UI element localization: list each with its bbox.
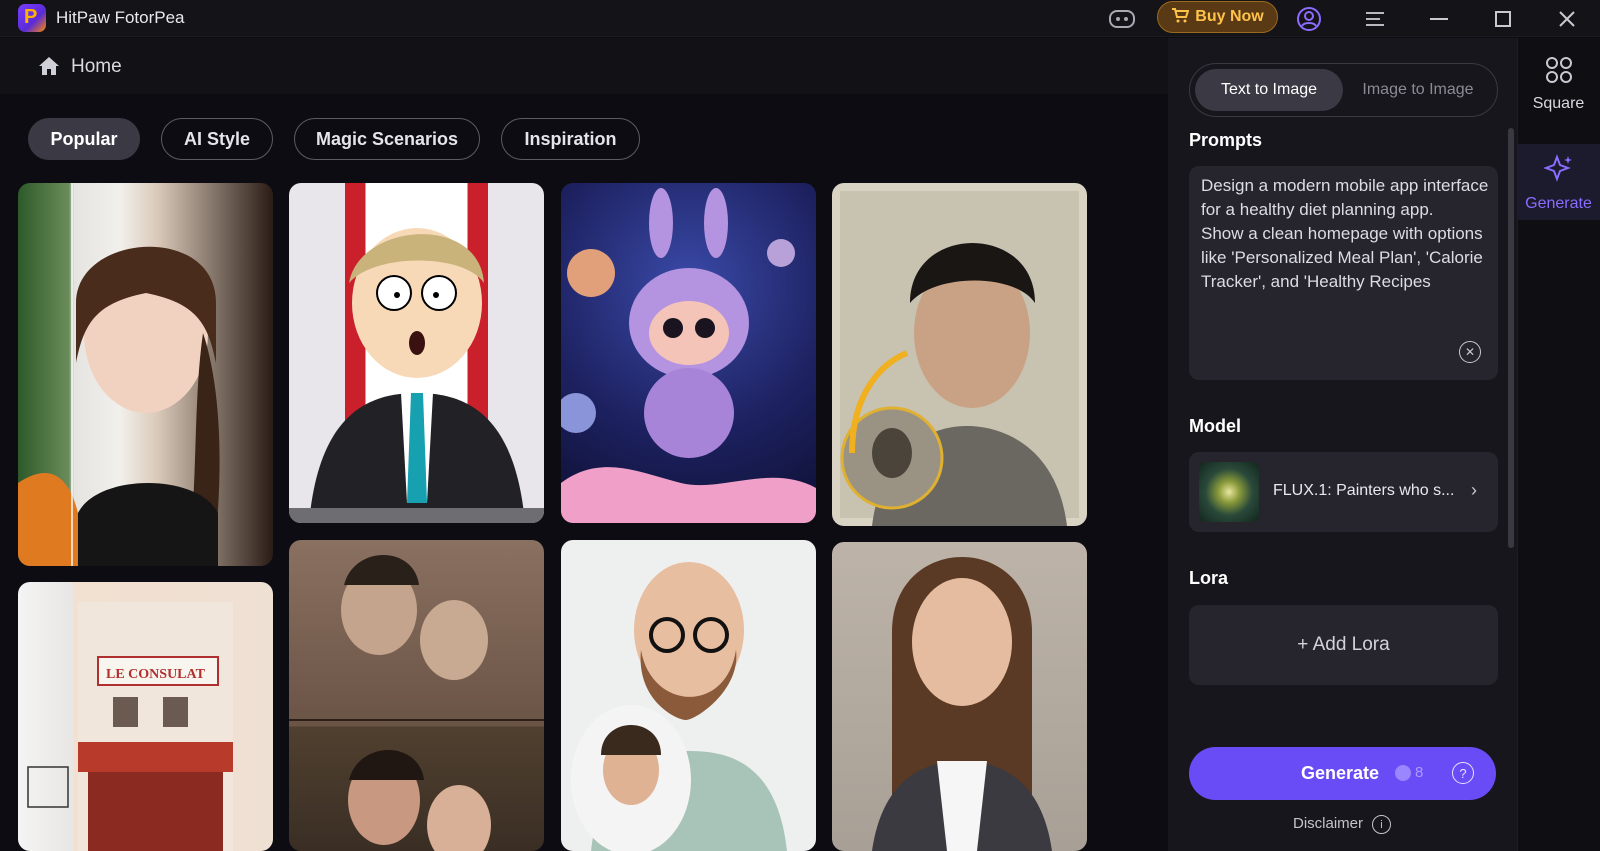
maximize-icon[interactable] xyxy=(1488,4,1518,34)
buy-now-button[interactable]: Buy Now xyxy=(1157,1,1278,33)
gallery-card-restored-man[interactable] xyxy=(832,183,1087,526)
rail-label-generate: Generate xyxy=(1525,195,1592,212)
app-title: HitPaw FotorPea xyxy=(56,8,185,27)
menu-icon[interactable] xyxy=(1360,4,1390,34)
svg-text:LE CONSULAT: LE CONSULAT xyxy=(106,667,206,682)
home-link[interactable]: Home xyxy=(71,56,122,78)
model-thumbnail xyxy=(1199,462,1259,522)
gallery-card-professional-woman[interactable] xyxy=(832,542,1087,851)
panel-scrollbar[interactable] xyxy=(1508,128,1514,548)
chip-inspiration[interactable]: Inspiration xyxy=(501,118,640,160)
help-icon[interactable]: ? xyxy=(1452,762,1474,784)
gallery-card-cartoon[interactable] xyxy=(289,183,544,523)
generate-cost: 8 xyxy=(1415,764,1424,781)
generate-button[interactable]: Generate 8 ? xyxy=(1189,747,1496,800)
rail-item-generate[interactable]: Generate xyxy=(1517,144,1600,220)
discord-icon[interactable] xyxy=(1107,4,1137,34)
tab-image-to-image[interactable]: Image to Image xyxy=(1343,69,1493,111)
close-icon[interactable] xyxy=(1552,4,1582,34)
credit-icon xyxy=(1395,765,1411,781)
gallery-card-vintage-couple[interactable] xyxy=(289,540,544,851)
grid-icon xyxy=(1545,56,1573,89)
model-title: Model xyxy=(1189,416,1241,436)
title-bar: HitPaw FotorPea Buy Now xyxy=(0,0,1600,37)
chip-ai-style[interactable]: AI Style xyxy=(161,118,273,160)
account-icon[interactable] xyxy=(1294,4,1324,34)
gallery-card-creature[interactable] xyxy=(561,183,816,523)
model-selector[interactable]: FLUX.1: Painters who s... › xyxy=(1189,452,1498,532)
clear-icon[interactable]: ✕ xyxy=(1459,341,1481,363)
sparkle-icon xyxy=(1542,154,1574,189)
chip-popular[interactable]: Popular xyxy=(28,118,140,160)
prompts-title: Prompts xyxy=(1189,130,1263,150)
buy-now-label: Buy Now xyxy=(1195,8,1264,25)
chip-magic-scenarios[interactable]: Magic Scenarios xyxy=(294,118,480,160)
disclaimer-link[interactable]: Disclaimer xyxy=(1293,815,1363,832)
chevron-right-icon: › xyxy=(1471,480,1477,500)
prompt-field[interactable]: Design a modern mobile app interface for… xyxy=(1189,166,1498,380)
home-bar: Home xyxy=(0,38,1168,94)
model-name: FLUX.1: Painters who s... xyxy=(1273,482,1455,499)
home-icon[interactable] xyxy=(38,56,60,76)
rail-item-square[interactable]: Square xyxy=(1517,56,1600,120)
mode-toggle: Text to Image Image to Image xyxy=(1189,63,1498,117)
cart-icon xyxy=(1171,7,1190,28)
gallery-card-cafe[interactable]: LE CONSULAT xyxy=(18,582,273,851)
lora-title: Lora xyxy=(1189,568,1229,588)
add-lora-button[interactable]: + Add Lora xyxy=(1189,605,1498,685)
rail-label-square: Square xyxy=(1532,95,1585,112)
tab-text-to-image[interactable]: Text to Image xyxy=(1195,69,1343,111)
app-logo xyxy=(18,4,46,32)
info-icon[interactable]: i xyxy=(1372,815,1391,834)
generate-label: Generate xyxy=(1301,763,1380,783)
prompt-text[interactable]: Design a modern mobile app interface for… xyxy=(1201,174,1489,339)
gallery-card-man-glasses[interactable] xyxy=(561,540,816,851)
right-panel xyxy=(1168,38,1517,851)
gallery-card-portrait[interactable] xyxy=(18,183,273,566)
minimize-icon[interactable] xyxy=(1424,4,1454,34)
